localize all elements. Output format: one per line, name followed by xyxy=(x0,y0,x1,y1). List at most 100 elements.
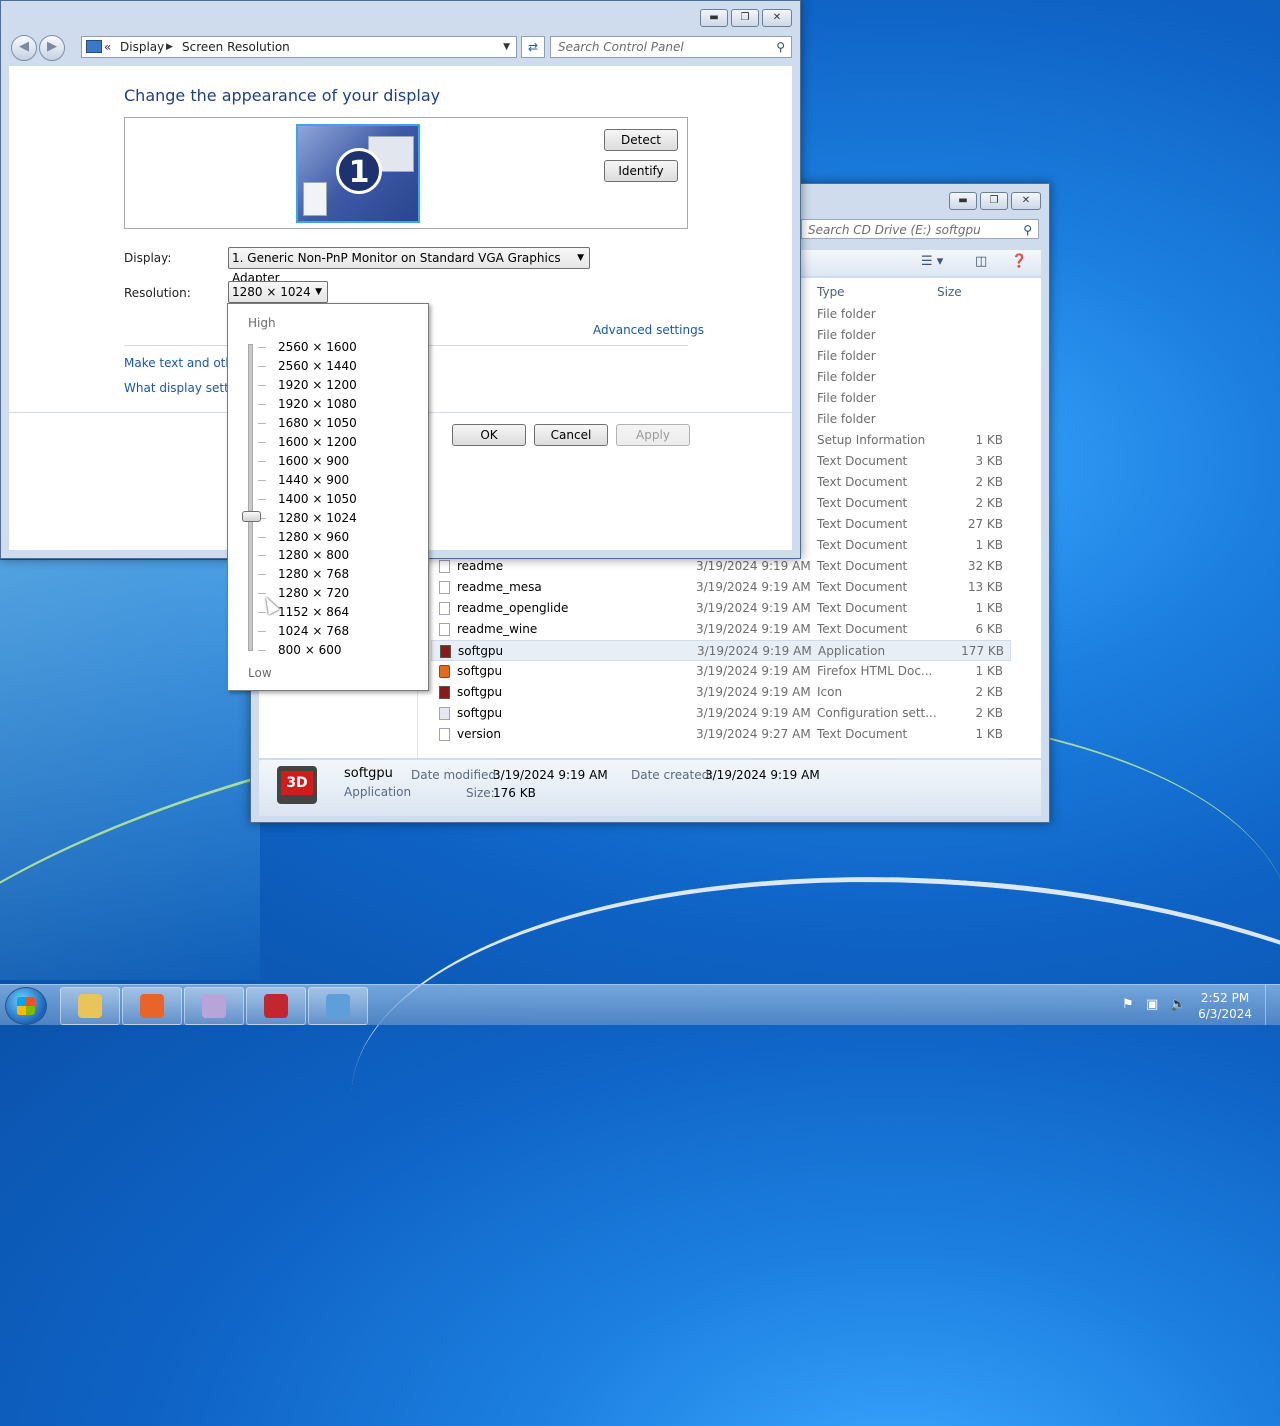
resolution-option[interactable]: 1024 × 768 xyxy=(278,624,349,638)
resolution-option[interactable]: 1600 × 900 xyxy=(278,454,349,468)
close-button[interactable]: ✕ xyxy=(762,9,792,27)
file-size: 2 KB xyxy=(975,496,1003,510)
search-placeholder: Search Control Panel xyxy=(558,40,684,54)
resolution-select[interactable]: 1280 × 1024 ▼ xyxy=(228,281,328,303)
slider-tick xyxy=(258,574,266,576)
file-name: softgpu xyxy=(457,706,503,720)
media-player-icon xyxy=(202,994,226,1018)
resolution-option[interactable]: 1280 × 768 xyxy=(278,567,349,581)
back-button[interactable]: ◀ xyxy=(11,35,37,61)
identify-button[interactable]: Identify xyxy=(604,160,678,182)
resolution-option[interactable]: 1920 × 1200 xyxy=(278,378,357,392)
file-row[interactable]: softgpu 3/19/2024 9:19 AM Firefox HTML Doc… xyxy=(431,661,1011,682)
resolution-option[interactable]: 2560 × 1600 xyxy=(278,340,357,354)
display-label: Display: xyxy=(124,251,172,265)
file-row[interactable]: readme_wine 3/19/2024 9:19 AM Text Documen… xyxy=(431,619,1011,640)
icon-label: 3D xyxy=(281,771,313,795)
start-button[interactable] xyxy=(5,987,47,1025)
column-header-size[interactable]: Size xyxy=(937,285,962,299)
resolution-option[interactable]: 1400 × 1050 xyxy=(278,492,357,506)
show-desktop-button[interactable] xyxy=(1265,985,1280,1025)
details-size-label: Size: xyxy=(466,786,495,800)
address-bar[interactable]: « Display ▶ Screen Resolution ▼ xyxy=(81,36,517,58)
file-row[interactable]: softgpu 3/19/2024 9:19 AM Configuration se… xyxy=(431,703,1011,724)
file-date: 3/19/2024 9:19 AM xyxy=(697,644,812,658)
maximize-button[interactable]: ❐ xyxy=(731,9,759,27)
file-date: 3/19/2024 9:27 AM xyxy=(696,727,811,741)
action-center-flag-icon[interactable]: ⚑ xyxy=(1122,997,1134,1012)
resolution-option[interactable]: 2560 × 1440 xyxy=(278,359,357,373)
address-dropdown-icon[interactable]: ▼ xyxy=(503,37,510,57)
details-modified-label: Date modified: xyxy=(411,768,501,782)
file-icon xyxy=(440,645,451,658)
minimize-button[interactable]: ▬ xyxy=(949,192,977,210)
file-size: 27 KB xyxy=(967,517,1003,531)
refresh-button[interactable]: ⇄ xyxy=(521,36,545,58)
file-type: Configuration sett... xyxy=(817,706,937,720)
volume-muted-icon[interactable]: 🔈 xyxy=(1170,997,1186,1012)
taskbar-button[interactable] xyxy=(122,987,182,1025)
file-name: softgpu xyxy=(458,644,504,658)
clock-date: 6/3/2024 xyxy=(1198,1007,1252,1021)
file-row[interactable]: softgpu 3/19/2024 9:19 AM Application 177 K… xyxy=(431,640,1011,661)
breadcrumb-separator-icon[interactable]: ▶ xyxy=(166,37,173,57)
file-row[interactable]: version 3/19/2024 9:27 AM Text Document 1 K… xyxy=(431,724,1011,745)
taskbar-button[interactable] xyxy=(246,987,306,1025)
view-options-icon[interactable]: ☰ ▾ xyxy=(921,254,943,269)
maximize-button[interactable]: ❐ xyxy=(980,192,1008,210)
monitor-1-icon[interactable]: 1 xyxy=(296,124,420,223)
breadcrumb-screen-resolution[interactable]: Screen Resolution xyxy=(182,37,290,57)
file-row[interactable]: readme 3/19/2024 9:19 AM Text Document 32 K… xyxy=(431,556,1011,577)
file-type: File folder xyxy=(817,391,876,405)
file-icon xyxy=(439,728,450,741)
resolution-option[interactable]: 1280 × 960 xyxy=(278,530,349,544)
ok-button[interactable]: OK xyxy=(452,424,526,446)
close-button[interactable]: ✕ xyxy=(1011,192,1041,210)
forward-button[interactable]: ▶ xyxy=(39,35,65,61)
resolution-option[interactable]: 1440 × 900 xyxy=(278,473,349,487)
control-panel-search-input[interactable]: Search Control Panel ⚲ xyxy=(550,36,792,58)
advanced-settings-link[interactable]: Advanced settings xyxy=(593,323,704,337)
high-label: High xyxy=(248,316,276,330)
minimize-button[interactable]: ▬ xyxy=(700,9,728,27)
file-type: Text Document xyxy=(817,559,908,573)
file-row[interactable]: readme_openglide 3/19/2024 9:19 AM Text Do… xyxy=(431,598,1011,619)
resolution-option[interactable]: 800 × 600 xyxy=(278,643,342,657)
file-row[interactable]: softgpu 3/19/2024 9:19 AM Icon 2 KB xyxy=(431,682,1011,703)
file-icon xyxy=(439,560,450,573)
resolution-option[interactable]: 1152 × 864 xyxy=(278,605,349,619)
resolution-option[interactable]: 1280 × 800 xyxy=(278,548,349,562)
taskbar-button[interactable] xyxy=(308,987,368,1025)
taskbar-button[interactable] xyxy=(60,987,120,1025)
column-header-type[interactable]: Type xyxy=(817,285,845,299)
file-size: 6 KB xyxy=(975,622,1003,636)
help-icon[interactable]: ❓ xyxy=(1011,254,1027,269)
resolution-option[interactable]: 1280 × 720 xyxy=(278,586,349,600)
slider-tick xyxy=(258,441,266,443)
explorer-caption-buttons: ▬ ❐ ✕ xyxy=(949,192,1041,210)
cancel-button[interactable]: Cancel xyxy=(534,424,608,446)
resolution-option[interactable]: 1600 × 1200 xyxy=(278,435,357,449)
breadcrumb-overflow[interactable]: « xyxy=(104,37,111,57)
breadcrumb-display[interactable]: Display xyxy=(120,37,164,57)
detect-button[interactable]: Detect xyxy=(604,129,678,151)
apply-button[interactable]: Apply xyxy=(616,424,690,446)
network-icon[interactable]: ▣ xyxy=(1146,997,1158,1012)
explorer-search-input[interactable]: Search CD Drive (E:) softgpu ⚲ xyxy=(801,219,1039,239)
display-select[interactable]: 1. Generic Non-PnP Monitor on Standard V… xyxy=(228,247,590,285)
resolution-option[interactable]: 1920 × 1080 xyxy=(278,397,357,411)
file-type: Text Document xyxy=(817,580,908,594)
file-name: readme_openglide xyxy=(457,601,569,615)
resolution-slider-track[interactable] xyxy=(248,344,253,651)
preview-pane-icon[interactable]: ◫ xyxy=(975,254,987,269)
slider-tick xyxy=(258,612,266,614)
clock[interactable]: 2:52 PM 6/3/2024 xyxy=(1198,990,1252,1022)
resolution-option[interactable]: 1680 × 1050 xyxy=(278,416,357,430)
resolution-slider-thumb[interactable] xyxy=(242,511,261,522)
details-pane: 3D softgpu Application Date modified: 3/… xyxy=(259,760,1041,816)
taskbar-button[interactable] xyxy=(184,987,244,1025)
file-row[interactable]: readme_mesa 3/19/2024 9:19 AM Text Documen… xyxy=(431,577,1011,598)
file-type: Text Document xyxy=(817,454,908,468)
resolution-option[interactable]: 1280 × 1024 xyxy=(278,511,357,525)
slider-tick xyxy=(258,536,266,538)
